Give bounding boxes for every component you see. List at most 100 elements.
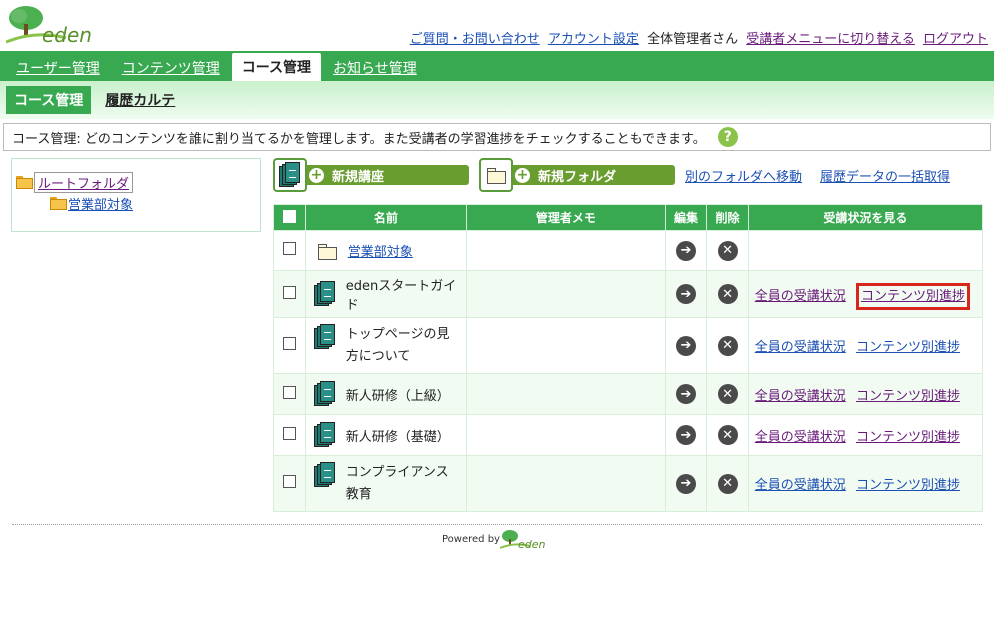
plus-icon: + (309, 166, 324, 183)
course-book-icon (313, 461, 336, 488)
svg-text:eden: eden (42, 23, 92, 46)
edit-arrow-icon[interactable]: ➔ (675, 240, 696, 261)
course-book-icon (313, 323, 336, 350)
folder-icon (317, 243, 337, 260)
new-course-label: 新規講座 (332, 169, 385, 185)
plus-icon: + (515, 166, 530, 183)
table-row: 新人研修（上級） ➔ ✕ 全員の受講状況 コンテンツ別進捗 (273, 373, 984, 415)
table-header-row: 名前 管理者メモ 編集 削除 受講状況を見る (273, 204, 984, 231)
account-settings-link[interactable]: アカウント設定 (548, 32, 639, 47)
move-folder-link[interactable]: 別のフォルダへ移動 (685, 166, 802, 185)
col-edit: 編集 (664, 204, 708, 231)
col-delete: 削除 (706, 204, 749, 231)
row-checkbox[interactable] (282, 475, 296, 488)
delete-x-icon[interactable]: ✕ (717, 384, 738, 404)
delete-x-icon[interactable]: ✕ (717, 284, 738, 304)
tree-root[interactable]: ルートフォルダ (16, 171, 260, 193)
edit-arrow-icon[interactable]: ➔ (675, 384, 696, 404)
svg-text:eden: eden (518, 538, 546, 550)
tab-course-management[interactable]: コース管理 (231, 53, 322, 81)
sales-folder-link[interactable]: 営業部対象 (68, 194, 133, 213)
new-course-button[interactable]: + 新規講座 (273, 158, 469, 192)
delete-x-icon[interactable]: ✕ (717, 240, 738, 261)
toolbar: + 新規講座 + 新規フォルダ 別のフォルダへ移動 履歴データの一括取得 (273, 158, 950, 192)
edit-arrow-icon[interactable]: ➔ (675, 473, 696, 494)
help-icon[interactable]: ? (717, 127, 738, 147)
row-name-link[interactable]: 営業部対象 (348, 241, 413, 260)
content-progress-link[interactable]: コンテンツ別進捗 (855, 282, 970, 310)
row-checkbox[interactable] (282, 385, 296, 399)
content-progress-link[interactable]: コンテンツ別進捗 (856, 478, 960, 493)
row-checkbox[interactable] (282, 242, 296, 255)
course-table: 名前 管理者メモ 編集 削除 受講状況を見る 営業部対象 ➔ ✕ edenスター… (273, 204, 984, 512)
all-status-link[interactable]: 全員の受講状況 (755, 289, 846, 304)
main-nav: ユーザー管理 コンテンツ管理 コース管理 お知らせ管理 (0, 51, 994, 81)
table-row: トップページの見方について ➔ ✕ 全員の受講状況 コンテンツ別進捗 (273, 317, 984, 374)
row-name: コンプライアンス教育 (345, 464, 449, 502)
row-name: トップページの見方について (345, 326, 450, 364)
new-folder-label-bar[interactable]: + 新規フォルダ (509, 165, 675, 185)
col-status: 受講状況を見る (747, 204, 984, 231)
tab-content-management[interactable]: コンテンツ管理 (112, 55, 230, 81)
row-memo (465, 414, 666, 456)
course-book-icon (313, 381, 336, 407)
table-row: コンプライアンス教育 ➔ ✕ 全員の受講状況 コンテンツ別進捗 (273, 455, 984, 512)
col-name: 名前 (304, 204, 467, 231)
row-checkbox[interactable] (282, 426, 296, 440)
delete-x-icon[interactable]: ✕ (717, 473, 738, 494)
tab-notice-management[interactable]: お知らせ管理 (323, 55, 427, 81)
subtab-course-management[interactable]: コース管理 (6, 86, 92, 114)
select-all-header[interactable] (273, 204, 306, 231)
eden-footer-logo: eden (499, 530, 546, 550)
edit-arrow-icon[interactable]: ➔ (675, 335, 696, 356)
edit-arrow-icon[interactable]: ➔ (675, 284, 696, 304)
content-progress-link[interactable]: コンテンツ別進捗 (856, 389, 960, 404)
all-status-link[interactable]: 全員の受講状況 (755, 430, 846, 445)
row-checkbox[interactable] (282, 337, 296, 350)
delete-x-icon[interactable]: ✕ (717, 425, 738, 445)
table-row: 新人研修（基礎） ➔ ✕ 全員の受講状況 コンテンツ別進捗 (273, 414, 984, 456)
folder-open-icon (16, 176, 33, 189)
powered-by: Powered by eden (442, 528, 556, 550)
all-status-link[interactable]: 全員の受講状況 (755, 478, 846, 493)
tab-user-management[interactable]: ユーザー管理 (6, 55, 110, 81)
table-row: edenスタートガイド ➔ ✕ 全員の受講状況 コンテンツ別進捗 (273, 270, 984, 318)
table-row: 営業部対象 ➔ ✕ (273, 230, 984, 271)
row-name: 新人研修（基礎） (345, 429, 450, 445)
bulk-history-link[interactable]: 履歴データの一括取得 (820, 166, 950, 185)
new-course-label-bar[interactable]: + 新規講座 (303, 165, 469, 185)
subtab-history-karte[interactable]: 履歴カルテ (97, 86, 183, 114)
row-checkbox[interactable] (282, 285, 296, 299)
folder-tree: ルートフォルダ 営業部対象 (11, 158, 261, 232)
row-memo (465, 270, 666, 318)
row-memo (465, 455, 666, 512)
page-description: コース管理: どのコンテンツを誰に割り当てるかを管理します。また受講者の学習進捗… (3, 123, 991, 151)
footer-divider (12, 524, 982, 525)
logout-link[interactable]: ログアウト (923, 32, 988, 47)
tree-child[interactable]: 営業部対象 (50, 193, 260, 213)
row-memo (465, 373, 666, 415)
course-book-icon (313, 281, 336, 307)
all-status-link[interactable]: 全員の受講状況 (755, 389, 846, 404)
course-book-icon (313, 422, 336, 448)
new-folder-button[interactable]: + 新規フォルダ (479, 158, 675, 192)
folder-icon (479, 158, 513, 192)
faq-link[interactable]: ご質問・お問い合わせ (410, 32, 540, 47)
col-memo: 管理者メモ (465, 204, 666, 231)
all-status-link[interactable]: 全員の受講状況 (755, 340, 846, 355)
select-all-checkbox[interactable] (282, 209, 296, 223)
row-memo (465, 317, 666, 374)
description-text: コース管理: どのコンテンツを誰に割り当てるかを管理します。また受講者の学習進捗… (12, 131, 706, 147)
content-progress-link[interactable]: コンテンツ別進捗 (856, 430, 960, 445)
edit-arrow-icon[interactable]: ➔ (675, 425, 696, 445)
current-user: 全体管理者さん (647, 32, 739, 47)
root-folder-link[interactable]: ルートフォルダ (34, 171, 134, 193)
content-progress-link[interactable]: コンテンツ別進捗 (856, 340, 960, 355)
switch-learner-menu-link[interactable]: 受講者メニューに切り替える (746, 32, 915, 47)
folder-open-icon (50, 197, 67, 210)
powered-by-text: Powered by (442, 533, 500, 545)
course-book-icon (273, 158, 307, 192)
delete-x-icon[interactable]: ✕ (717, 335, 738, 356)
eden-logo[interactable]: eden (5, 4, 106, 47)
new-folder-label: 新規フォルダ (538, 169, 617, 185)
